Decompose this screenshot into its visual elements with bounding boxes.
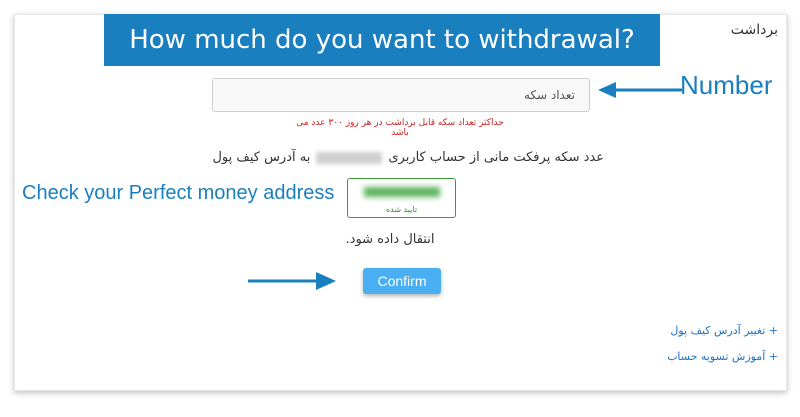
arrow-left-icon xyxy=(598,82,682,98)
arrow-right-icon xyxy=(248,272,336,290)
change-wallet-link[interactable]: + تغییر آدرس کیف پول xyxy=(670,324,778,337)
wallet-verified-status: تایید شده xyxy=(385,205,418,214)
annotation-check-address: Check your Perfect money address xyxy=(22,182,335,204)
username-redacted xyxy=(316,151,383,164)
transfer-prefix: عدد سکه پرفکت مانی از حساب کاربری xyxy=(388,150,604,165)
transfer-end-text: انتقال داده شود. xyxy=(345,232,435,247)
page-title: برداشت xyxy=(730,22,778,38)
settlement-tutorial-link[interactable]: + آموزش تسویه حساب xyxy=(667,350,778,363)
quantity-input[interactable] xyxy=(212,78,590,112)
wallet-address-box: تایید شده xyxy=(347,178,456,218)
transfer-suffix: به آدرس کیف پول xyxy=(212,150,311,165)
wallet-address-redacted xyxy=(364,187,440,197)
confirm-button[interactable]: Confirm xyxy=(363,268,441,294)
instruction-banner: How much do you want to withdrawal? xyxy=(104,14,660,66)
max-withdrawal-hint: حداکثر تعداد سکه قابل برداشت در هر روز ۳… xyxy=(296,118,504,138)
annotation-number: Number xyxy=(680,70,773,100)
transfer-description: عدد سکه پرفکت مانی از حساب کاربری به آدرس… xyxy=(212,150,604,165)
